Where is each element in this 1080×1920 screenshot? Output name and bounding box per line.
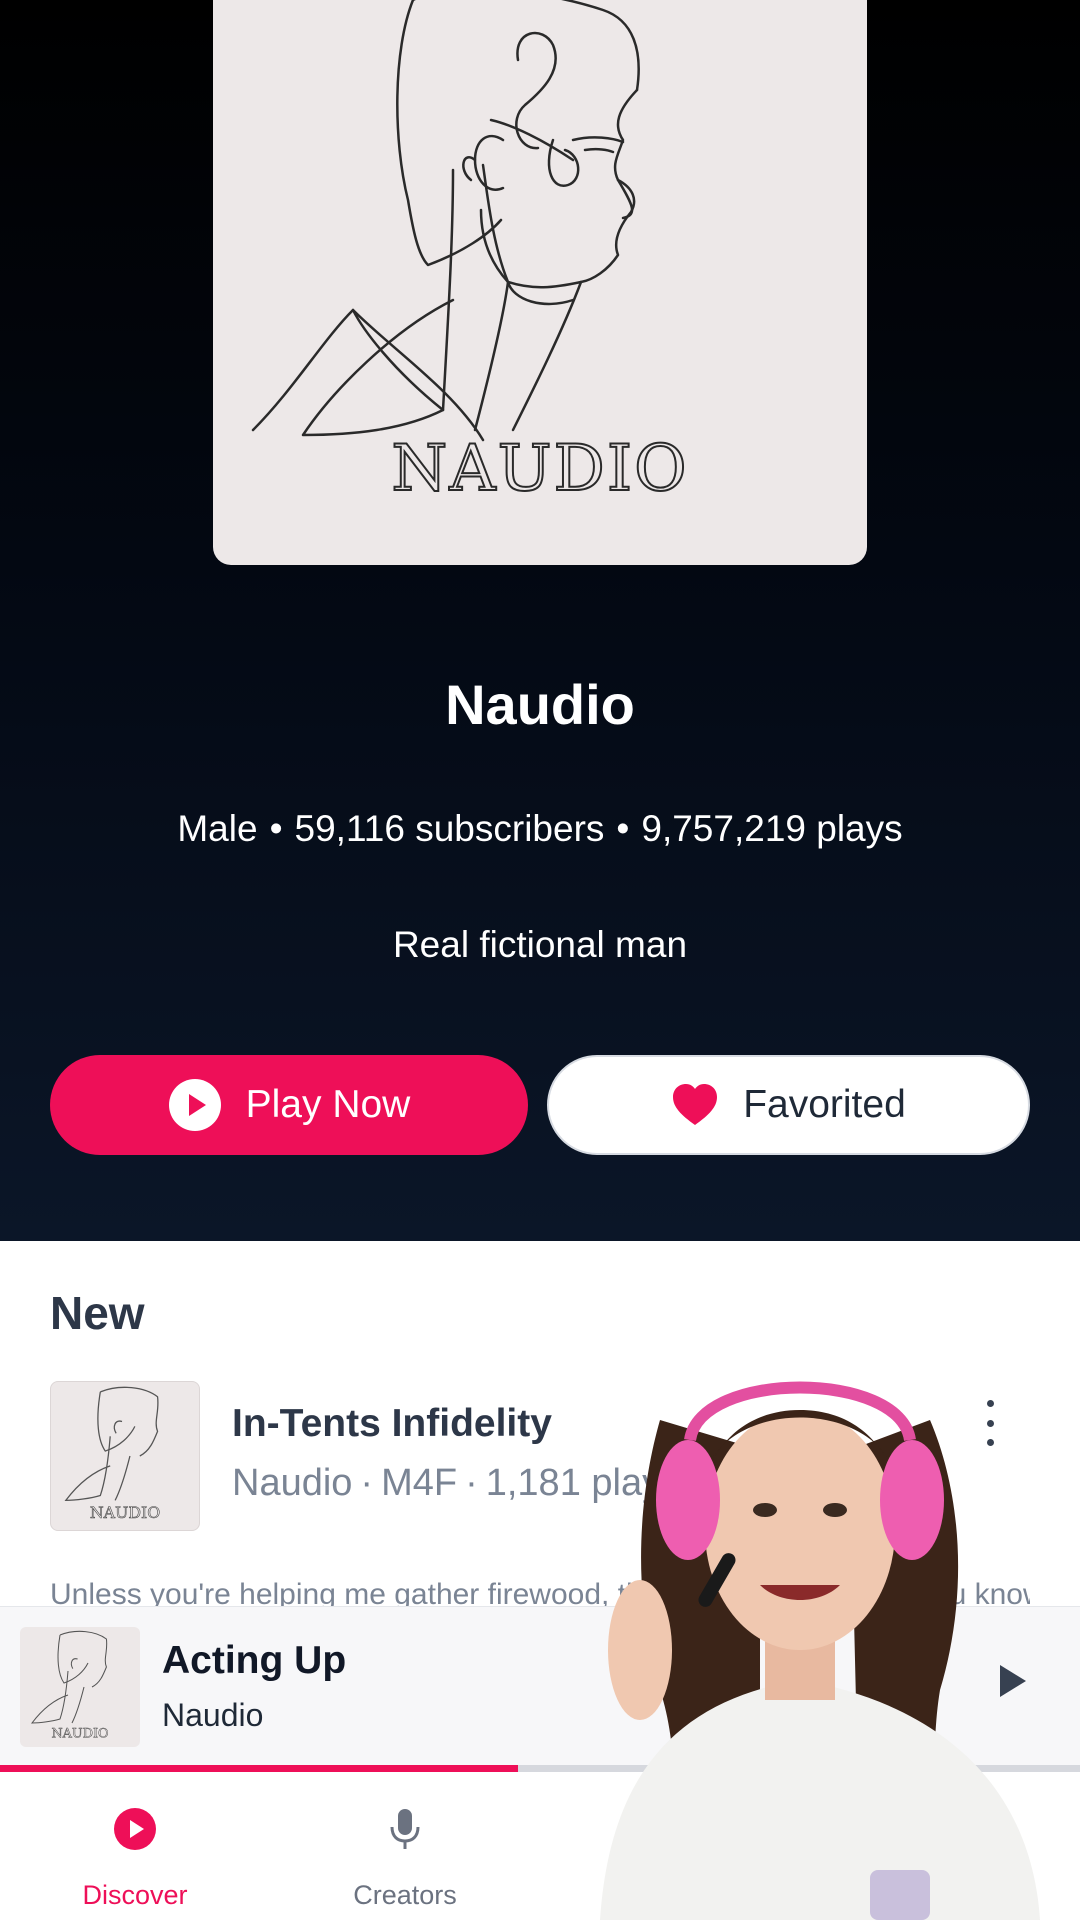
tab-discover[interactable]: Discover (25, 1772, 245, 1920)
section-title-new: New (50, 1287, 145, 1339)
line-art-portrait: NAUDIO (251, 0, 688, 507)
favorited-button[interactable]: Favorited (547, 1055, 1030, 1155)
creator-cover-art: NAUDIO (213, 0, 867, 565)
play-now-label: Play Now (245, 1083, 411, 1126)
line-art-thumbnail: NAUDIO (30, 1630, 109, 1742)
episode-thumbnail[interactable]: NAUDIO (50, 1381, 200, 1531)
play-now-button[interactable]: Play Now (50, 1055, 528, 1155)
playback-progress-fill (0, 1765, 519, 1772)
creator-header: NAUDIO Naudio Male • 59,116 subscribers • 9,… (0, 0, 1080, 1241)
creator-subscribers: 59,116 subscribers (294, 808, 605, 849)
tab-discover-label: Discover (82, 1880, 188, 1910)
now-playing-title: Acting Up (162, 1639, 347, 1682)
creator-stats: Male • 59,116 subscribers • 9,757,219 plays (0, 808, 1080, 850)
episode-title[interactable]: In-Tents Infidelity (232, 1402, 552, 1446)
episode-creator[interactable]: Naudio (232, 1462, 352, 1504)
creator-plays: 9,757,219 plays (641, 808, 903, 849)
separator-dot: · (360, 1462, 374, 1504)
separator-dot: • (616, 808, 630, 849)
thumbnail-logo: NAUDIO (51, 1726, 108, 1741)
creator-name: Naudio (445, 673, 635, 736)
cover-logo: NAUDIO (391, 432, 688, 506)
line-art-thumbnail: NAUDIO (64, 1386, 160, 1522)
favorited-label: Favorited (743, 1083, 906, 1126)
separator-dot: · (465, 1462, 478, 1504)
separator-dot: • (269, 808, 283, 849)
thumbnail-logo: NAUDIO (90, 1503, 160, 1522)
now-playing-artist: Naudio (162, 1697, 264, 1733)
microphone-icon (383, 1807, 427, 1851)
presenter-figure (600, 1381, 1040, 1920)
creator-tagline: Real fictional man (392, 924, 688, 965)
heart-icon (671, 1083, 719, 1127)
creator-gender: Male (177, 808, 258, 849)
now-playing-thumbnail[interactable]: NAUDIO (20, 1627, 140, 1747)
play-circle-icon (113, 1807, 157, 1851)
tab-creators[interactable]: Creators (295, 1772, 515, 1920)
episode-category: M4F (381, 1462, 458, 1504)
play-circle-icon (168, 1078, 222, 1132)
tab-creators-label: Creators (353, 1880, 457, 1910)
presenter-video-overlay (600, 1330, 1040, 1920)
